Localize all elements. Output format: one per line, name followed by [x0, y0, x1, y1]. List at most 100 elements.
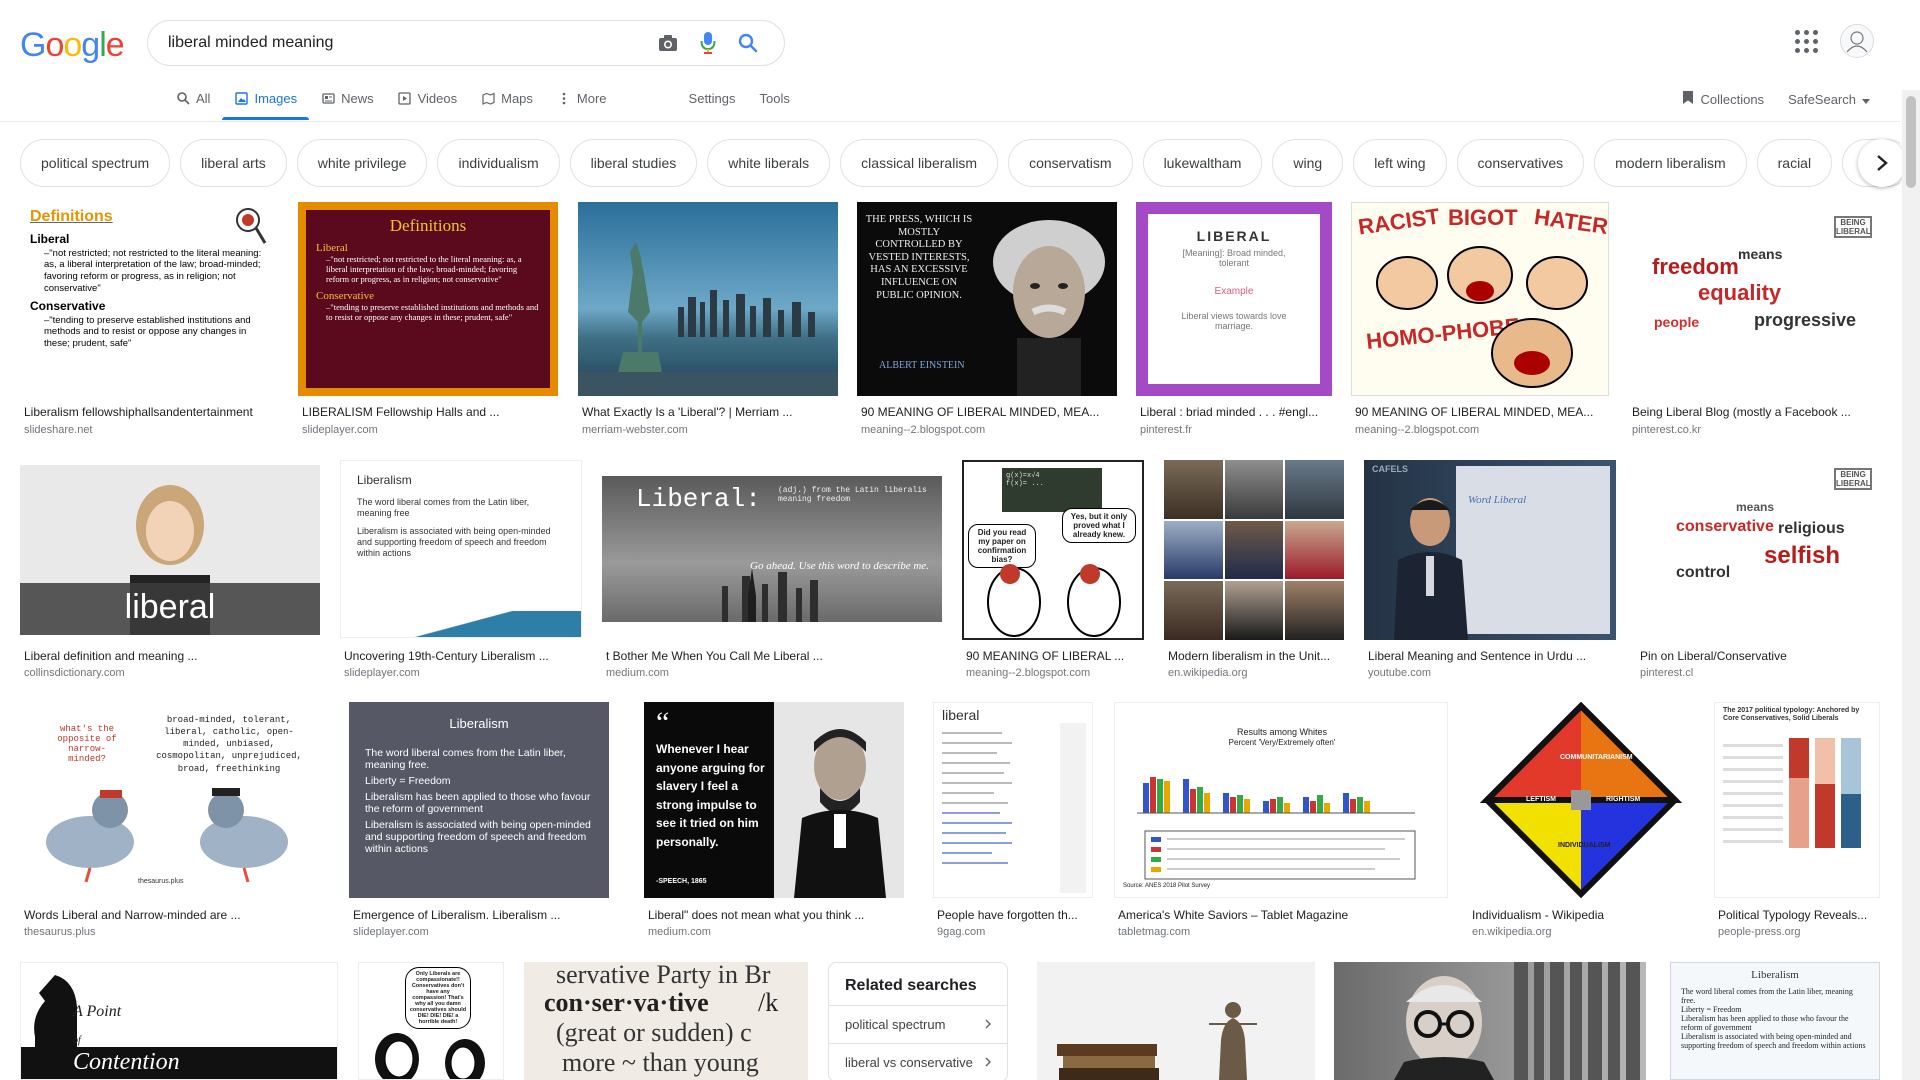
result-source[interactable]: meaning--2.blogspot.com: [1355, 424, 1479, 436]
result-source[interactable]: merriam-webster.com: [582, 424, 688, 436]
result-title[interactable]: Liberal definition and meaning ...: [24, 649, 320, 663]
result-source[interactable]: en.wikipedia.org: [1472, 926, 1552, 938]
settings-link[interactable]: Settings: [677, 88, 748, 120]
result-thumbnail[interactable]: servative Party in Br con·ser·va·tive /k…: [524, 962, 808, 1080]
image-result[interactable]: Definitions Liberal –"not restricted; no…: [20, 202, 280, 442]
result-thumbnail[interactable]: Word Liberal CAFELS: [1364, 460, 1616, 640]
image-result[interactable]: The 2017 political typology: Anchored by…: [1714, 702, 1880, 942]
result-thumbnail[interactable]: Liberalism The word liberal comes from t…: [1670, 962, 1880, 1080]
result-thumbnail[interactable]: The 2017 political typology: Anchored by…: [1714, 702, 1880, 898]
search-icon[interactable]: [728, 23, 768, 63]
image-result[interactable]: What Exactly Is a 'Liberal'? | Merriam .…: [578, 202, 838, 442]
result-thumbnail[interactable]: Results among Whites Percent 'Very/Extre…: [1114, 702, 1448, 898]
result-thumbnail[interactable]: THE PRESS, WHICH IS MOSTLY CONTROLLED BY…: [857, 202, 1117, 396]
result-title[interactable]: America's White Saviors – Tablet Magazin…: [1118, 908, 1448, 922]
chip[interactable]: white privilege: [296, 139, 428, 187]
image-result[interactable]: “ Whenever I hear anyone arguing for sla…: [644, 702, 904, 942]
account-avatar[interactable]: [1840, 24, 1874, 58]
image-result[interactable]: g(x)=x√4 f(x)= ... Did you read my paper …: [962, 460, 1144, 685]
image-result[interactable]: liberal People have forgotten th... 9gag…: [933, 702, 1093, 942]
result-source[interactable]: slideplayer.com: [344, 667, 420, 679]
safesearch-dropdown[interactable]: SafeSearch: [1788, 92, 1870, 107]
chip[interactable]: lukewaltham: [1142, 139, 1263, 187]
chip[interactable]: liberal arts: [180, 139, 287, 187]
image-result[interactable]: [1334, 962, 1646, 1080]
tab-news[interactable]: News: [309, 88, 386, 120]
chip[interactable]: wing: [1272, 139, 1344, 187]
chip[interactable]: racial: [1756, 139, 1833, 187]
result-thumbnail[interactable]: Only Liberals are compassionate!! Conser…: [358, 962, 504, 1080]
chip[interactable]: modern liberalism: [1594, 139, 1747, 187]
tab-videos[interactable]: Videos: [386, 88, 470, 120]
result-title[interactable]: Liberal : briad minded . . . #engl...: [1140, 405, 1332, 419]
chip[interactable]: political spectrum: [20, 139, 171, 187]
result-thumbnail[interactable]: [1164, 460, 1344, 640]
chip[interactable]: conservatives: [1456, 139, 1585, 187]
tab-all[interactable]: All: [164, 88, 222, 120]
result-title[interactable]: Political Typology Reveals...: [1718, 908, 1880, 922]
image-result[interactable]: A Point of Contention: [20, 962, 338, 1080]
image-result[interactable]: liberal Liberal definition and meaning .…: [20, 465, 320, 685]
result-thumbnail[interactable]: conservative selfish religious control m…: [1636, 460, 1880, 640]
result-title[interactable]: 90 MEANING OF LIBERAL MINDED, MEA...: [861, 405, 1117, 419]
result-title[interactable]: Uncovering 19th-Century Liberalism ...: [344, 649, 582, 663]
microphone-icon[interactable]: [688, 23, 728, 63]
result-title[interactable]: Individualism - Wikipedia: [1472, 908, 1694, 922]
result-source[interactable]: meaning--2.blogspot.com: [861, 424, 985, 436]
result-source[interactable]: pinterest.co.kr: [1632, 424, 1701, 436]
result-source[interactable]: pinterest.cl: [1640, 667, 1693, 679]
result-thumbnail[interactable]: COMMUNITARIANISM LEFTISM RIGHTISM INDIVI…: [1468, 702, 1694, 898]
result-source[interactable]: slideshare.net: [24, 424, 93, 436]
result-title[interactable]: Modern liberalism in the Unit...: [1168, 649, 1344, 663]
page-scrollbar[interactable]: [1902, 90, 1920, 1080]
scrollbar-thumb[interactable]: [1906, 96, 1916, 188]
result-source[interactable]: medium.com: [606, 667, 669, 679]
result-source[interactable]: 9gag.com: [937, 926, 985, 938]
result-source[interactable]: meaning--2.blogspot.com: [966, 667, 1090, 679]
result-thumbnail[interactable]: g(x)=x√4 f(x)= ... Did you read my paper …: [962, 460, 1144, 640]
result-thumbnail[interactable]: what's the opposite of narrow-minded? br…: [20, 702, 322, 900]
image-result[interactable]: RACIST BIGOT HATER HOMO-PHOBE 90 MEANING…: [1351, 202, 1609, 442]
chip[interactable]: liberal studies: [569, 139, 698, 187]
google-logo[interactable]: Google: [20, 26, 125, 65]
result-thumbnail[interactable]: [1037, 962, 1315, 1080]
result-title[interactable]: Words Liberal and Narrow-minded are ...: [24, 908, 322, 922]
image-result[interactable]: THE PRESS, WHICH IS MOSTLY CONTROLLED BY…: [857, 202, 1117, 442]
result-thumbnail[interactable]: [578, 202, 838, 396]
image-result[interactable]: what's the opposite of narrow-minded? br…: [20, 702, 322, 942]
result-source[interactable]: tabletmag.com: [1118, 926, 1190, 938]
result-thumbnail[interactable]: A Point of Contention: [20, 962, 338, 1080]
chip[interactable]: white liberals: [707, 139, 831, 187]
chip[interactable]: classical liberalism: [840, 139, 999, 187]
related-search-item[interactable]: political spectrum: [829, 1005, 1007, 1043]
result-title[interactable]: People have forgotten th...: [937, 908, 1093, 922]
result-thumbnail[interactable]: liberal: [933, 702, 1093, 898]
chips-next-button[interactable]: [1858, 139, 1906, 187]
tab-more[interactable]: More: [545, 88, 619, 120]
tab-images[interactable]: Images: [222, 88, 309, 120]
result-thumbnail[interactable]: Definitions Liberal –"not restricted; no…: [298, 202, 558, 396]
result-title[interactable]: Pin on Liberal/Conservative: [1640, 649, 1880, 663]
result-title[interactable]: 90 MEANING OF LIBERAL MINDED, MEA...: [1355, 405, 1609, 419]
result-source[interactable]: youtube.com: [1368, 667, 1431, 679]
image-result[interactable]: freedom means equality progressive peopl…: [1628, 202, 1880, 442]
result-source[interactable]: medium.com: [648, 926, 711, 938]
image-result[interactable]: servative Party in Br con·ser·va·tive /k…: [524, 962, 808, 1080]
image-result[interactable]: Word Liberal CAFELS Liberal Meaning and …: [1364, 460, 1616, 685]
collections-link[interactable]: Collections: [1682, 90, 1764, 108]
result-title[interactable]: t Bother Me When You Call Me Liberal ...: [606, 649, 942, 663]
image-result[interactable]: COMMUNITARIANISM LEFTISM RIGHTISM INDIVI…: [1468, 702, 1694, 942]
result-thumbnail[interactable]: Liberalism The word liberal comes from t…: [340, 460, 582, 638]
result-source[interactable]: slideplayer.com: [302, 424, 378, 436]
result-thumbnail[interactable]: Definitions Liberal –"not restricted; no…: [20, 202, 280, 396]
result-title[interactable]: Being Liberal Blog (mostly a Facebook ..…: [1632, 405, 1880, 419]
result-thumbnail[interactable]: liberal: [20, 465, 320, 635]
search-input[interactable]: [168, 34, 648, 52]
chip[interactable]: individualism: [437, 139, 560, 187]
result-source[interactable]: slideplayer.com: [353, 926, 429, 938]
result-source[interactable]: en.wikipedia.org: [1168, 667, 1248, 679]
result-title[interactable]: Emergence of Liberalism. Liberalism ...: [353, 908, 609, 922]
result-title[interactable]: 90 MEANING OF LIBERAL ...: [966, 649, 1144, 663]
image-result[interactable]: Liberalism The word liberal comes from t…: [1670, 962, 1880, 1080]
result-title[interactable]: Liberal Meaning and Sentence in Urdu ...: [1368, 649, 1616, 663]
